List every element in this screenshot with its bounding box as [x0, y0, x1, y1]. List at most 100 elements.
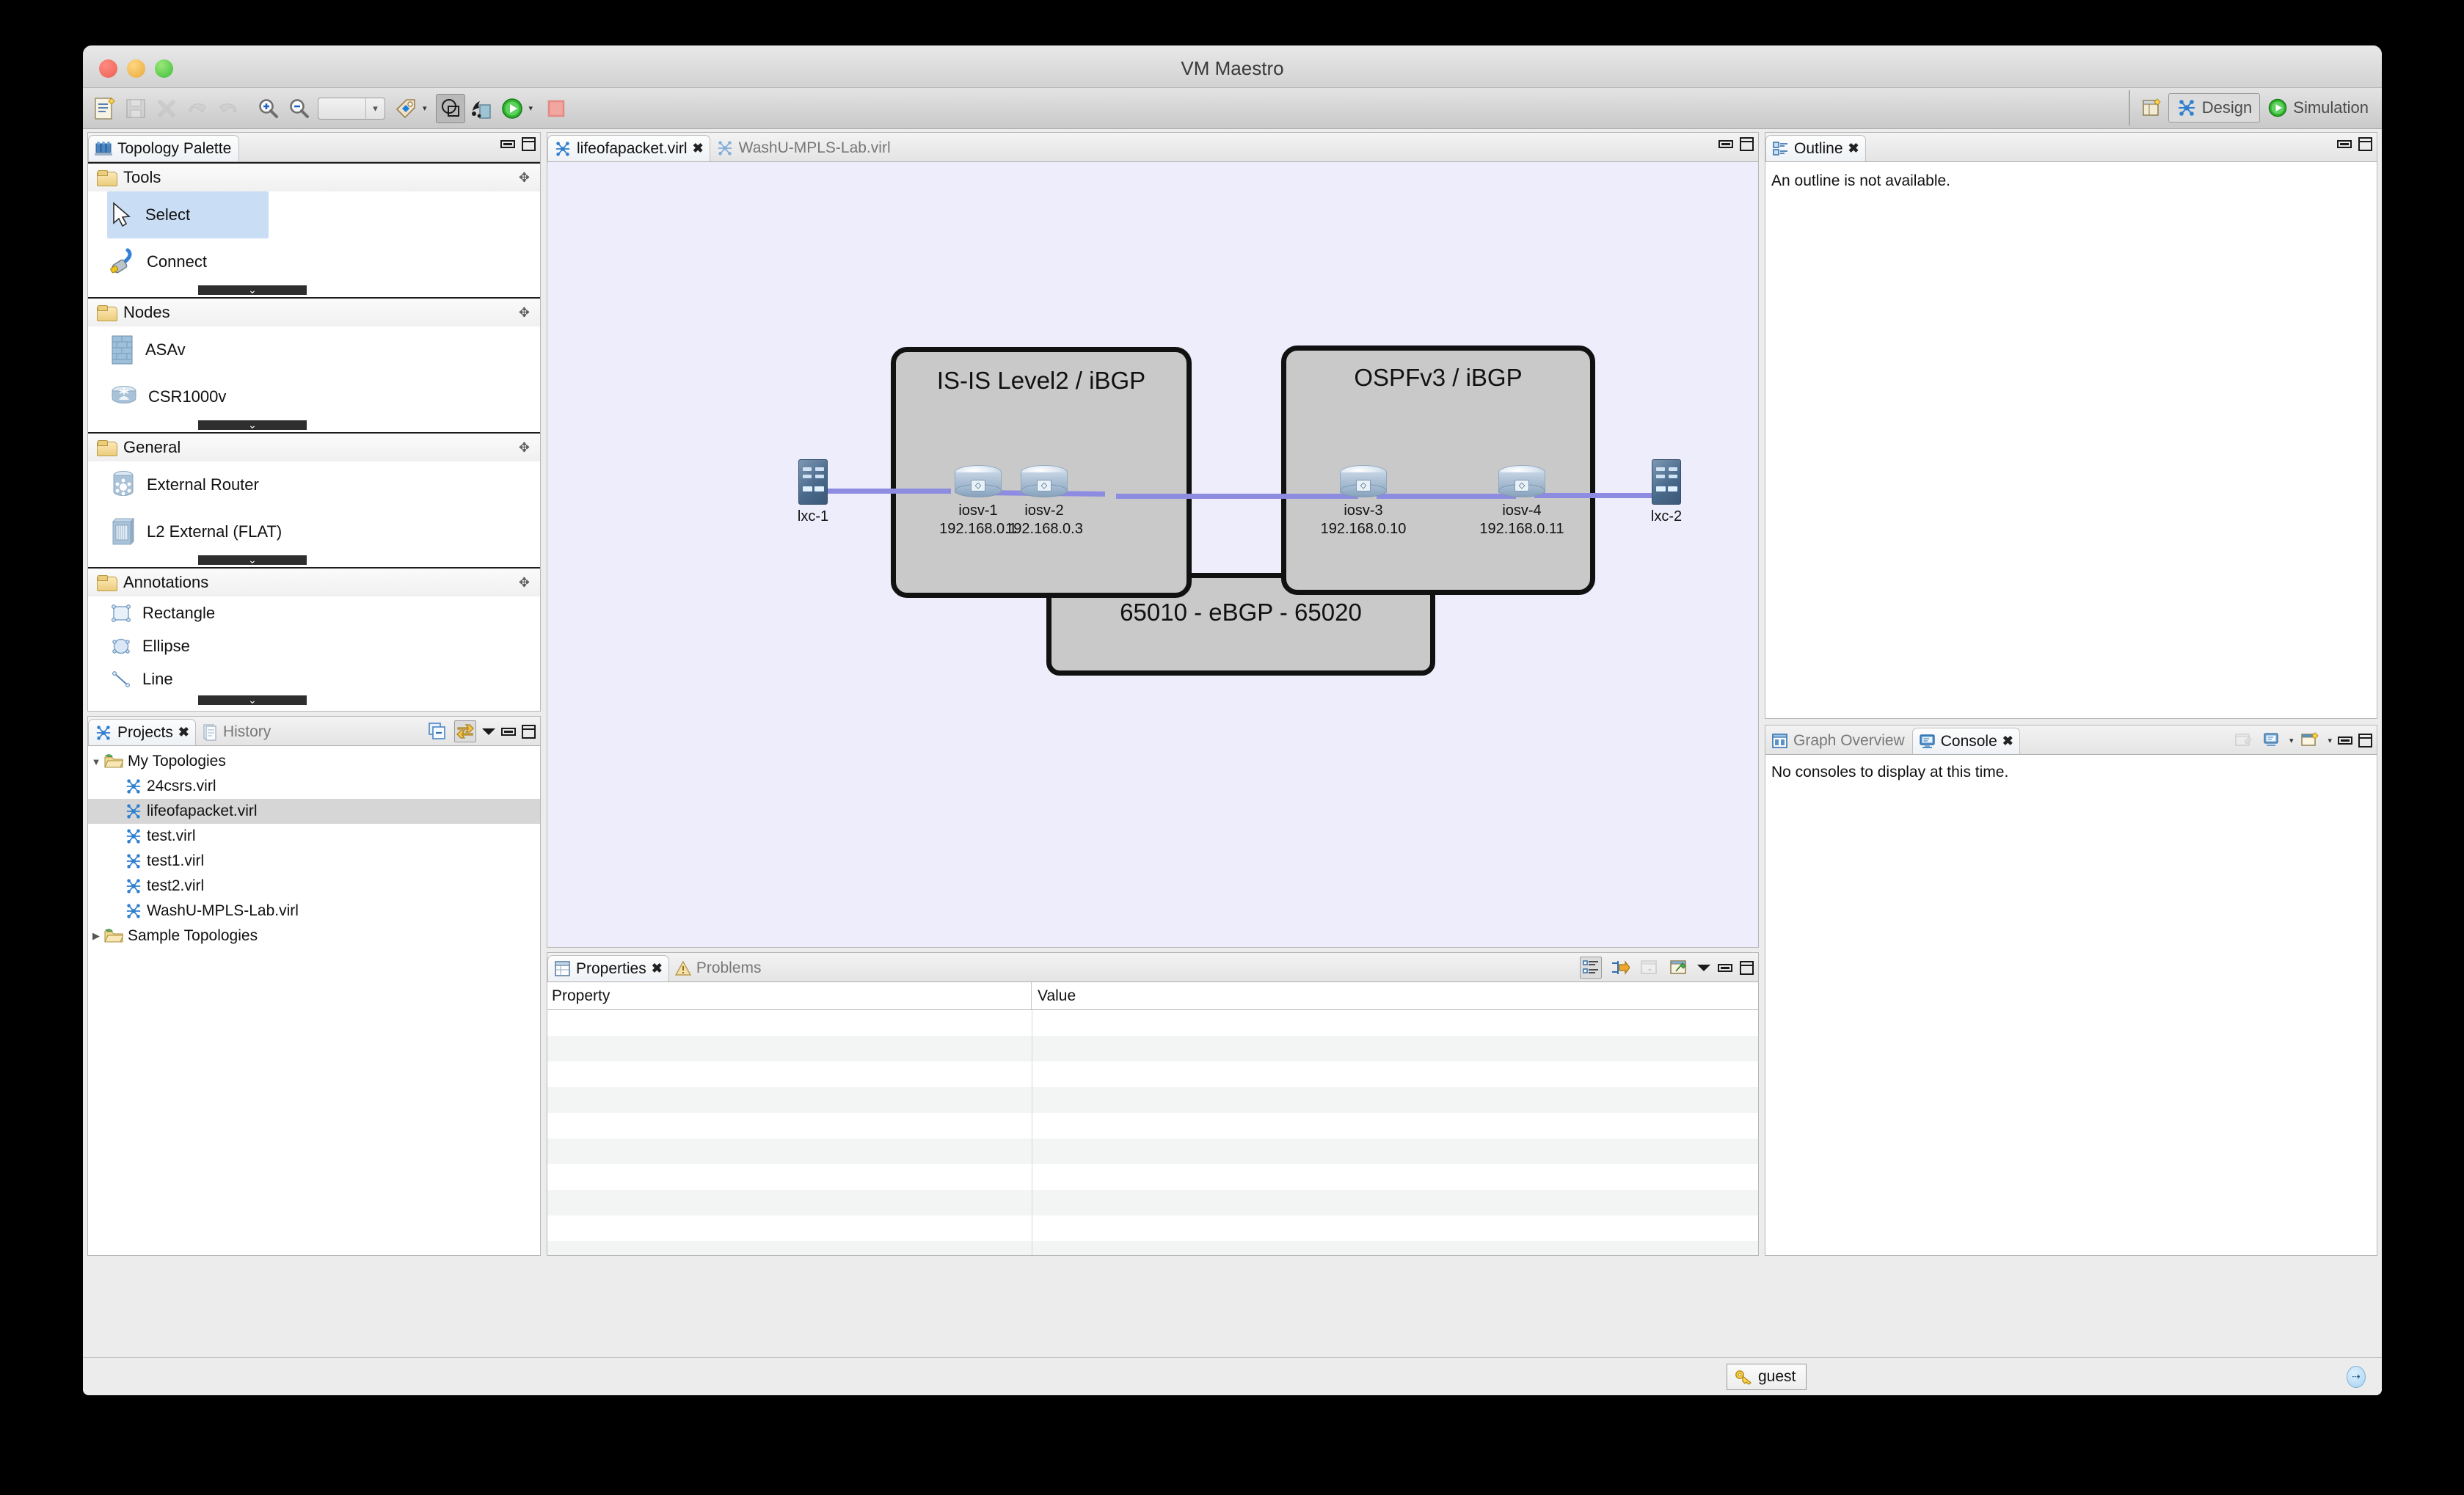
zoom-out-button[interactable]: [284, 94, 313, 123]
table-row[interactable]: [547, 1216, 1758, 1241]
new-perspective-button[interactable]: [2137, 93, 2167, 123]
node-lxc-2[interactable]: lxc-2: [1600, 459, 1732, 526]
palette-scroll-nodes[interactable]: [88, 420, 540, 432]
tab-outline[interactable]: Outline ✖: [1765, 135, 1866, 161]
table-row[interactable]: [547, 1087, 1758, 1113]
clear-console-icon[interactable]: [2233, 729, 2255, 751]
palette-item-ellipse[interactable]: Ellipse: [88, 629, 540, 662]
collapse-all-icon[interactable]: [426, 720, 448, 742]
minimize-icon[interactable]: [2337, 140, 2352, 148]
twisty-closed-icon[interactable]: ▶: [88, 930, 104, 942]
tree-item-my-topologies[interactable]: ▼ My Topologies: [88, 749, 540, 774]
stop-button[interactable]: [542, 94, 571, 123]
palette-group-nodes[interactable]: Nodes ✥: [88, 297, 540, 326]
tab-problems[interactable]: Problems: [669, 955, 769, 982]
display-console-icon[interactable]: [2261, 729, 2283, 751]
tab-topology-palette[interactable]: Topology Palette: [88, 135, 240, 161]
table-row[interactable]: [547, 1036, 1758, 1061]
pin-window-icon[interactable]: [1668, 957, 1690, 979]
minimize-icon[interactable]: [500, 140, 515, 148]
node-iosv-3[interactable]: ◇ iosv-3 192.168.0.10: [1297, 465, 1429, 538]
tag-dropdown-caret[interactable]: ▾: [423, 103, 427, 113]
table-row[interactable]: [547, 1241, 1758, 1255]
tab-projects[interactable]: Projects ✖: [88, 719, 196, 745]
minimize-icon[interactable]: [2338, 736, 2352, 745]
tree-item-test[interactable]: test.virl: [88, 824, 540, 849]
table-row[interactable]: [547, 1010, 1758, 1036]
palette-scroll-general[interactable]: [88, 555, 540, 567]
node-iosv-2[interactable]: ◇ iosv-2 192.168.0.3: [978, 465, 1110, 538]
maximize-icon[interactable]: [1740, 960, 1754, 975]
link-editor-icon[interactable]: [454, 720, 476, 742]
minimize-icon[interactable]: [501, 727, 516, 736]
perspective-design[interactable]: Design: [2168, 93, 2261, 123]
palette-item-select[interactable]: Select: [107, 191, 269, 238]
open-console-icon[interactable]: [2299, 729, 2321, 751]
restore-icon[interactable]: [1639, 957, 1661, 979]
palette-item-rectangle[interactable]: Rectangle: [88, 596, 540, 629]
tag-button[interactable]: [391, 94, 420, 123]
tree-item-washu-mpls-lab[interactable]: WashU-MPLS-Lab.virl: [88, 899, 540, 924]
palette-item-external-router[interactable]: External Router: [88, 461, 540, 508]
maximize-icon[interactable]: [522, 137, 536, 151]
minimize-icon[interactable]: [1718, 140, 1733, 148]
zoom-level-combo[interactable]: ▾: [318, 97, 385, 120]
pin-icon[interactable]: ✥: [519, 170, 530, 186]
tab-history[interactable]: History: [196, 719, 278, 745]
palette-group-tools[interactable]: Tools ✥: [88, 162, 540, 191]
new-topology-button[interactable]: [90, 94, 120, 123]
overlay-shapes-button[interactable]: [435, 93, 465, 123]
maximize-icon[interactable]: [2358, 137, 2372, 151]
tab-graph-overview[interactable]: Graph Overview: [1765, 728, 1912, 754]
tree-item-24csrs[interactable]: 24csrs.virl: [88, 774, 540, 799]
chevron-down-icon[interactable]: [1697, 964, 1710, 971]
tree-item-lifeofapacket[interactable]: lifeofapacket.virl: [88, 799, 540, 824]
tab-console[interactable]: Console ✖: [1911, 728, 2020, 754]
minimize-icon[interactable]: [1718, 963, 1732, 972]
zoom-in-button[interactable]: [253, 94, 283, 123]
node-lxc-1[interactable]: lxc-1: [747, 459, 879, 526]
chevron-down-icon[interactable]: [482, 728, 495, 735]
tab-washu-mpls-lab[interactable]: WashU-MPLS-Lab.virl: [710, 135, 898, 161]
maximize-icon[interactable]: [1740, 137, 1754, 151]
launch-button[interactable]: [497, 94, 527, 123]
categories-icon[interactable]: [1580, 957, 1602, 979]
node-iosv-4[interactable]: ◇ iosv-4 192.168.0.11: [1456, 465, 1588, 538]
advanced-arrow-icon[interactable]: [1609, 957, 1631, 979]
palette-item-line[interactable]: Line: [88, 662, 540, 695]
status-user-badge[interactable]: guest: [1727, 1363, 1807, 1390]
undo-button[interactable]: [183, 94, 212, 123]
pin-icon[interactable]: ✥: [519, 305, 530, 321]
delete-button[interactable]: [152, 94, 181, 123]
display-console-caret[interactable]: ▾: [2289, 736, 2294, 745]
palette-group-general[interactable]: General ✥: [88, 432, 540, 461]
palette-item-asav[interactable]: ASAv: [88, 326, 540, 373]
twisty-open-icon[interactable]: ▼: [88, 756, 104, 767]
close-icon[interactable]: ✖: [1848, 141, 1859, 156]
close-icon[interactable]: ✖: [652, 961, 663, 976]
topology-canvas[interactable]: 65010 - eBGP - 65020 IS-IS Level2 / iBGP…: [547, 162, 1758, 947]
redo-button[interactable]: [214, 94, 243, 123]
save-button[interactable]: [121, 94, 150, 123]
close-icon[interactable]: ✖: [178, 725, 189, 740]
palette-item-l2-external[interactable]: L2 External (FLAT): [88, 508, 540, 555]
pin-icon[interactable]: ✥: [519, 440, 530, 456]
tree-item-test2[interactable]: test2.virl: [88, 874, 540, 899]
palette-scroll-tools[interactable]: [88, 285, 540, 297]
table-row[interactable]: [547, 1061, 1758, 1087]
pin-icon[interactable]: ✥: [519, 575, 530, 591]
open-console-caret[interactable]: ▾: [2328, 736, 2332, 745]
table-row[interactable]: [547, 1138, 1758, 1164]
palette-group-annotations[interactable]: Annotations ✥: [88, 567, 540, 596]
build-button[interactable]: [467, 94, 496, 123]
close-icon[interactable]: ✖: [693, 141, 704, 156]
maximize-icon[interactable]: [522, 724, 536, 739]
globe-link-icon[interactable]: ⇢: [2347, 1365, 2366, 1388]
table-row[interactable]: [547, 1190, 1758, 1216]
palette-item-connect[interactable]: Connect: [88, 238, 540, 285]
table-row[interactable]: [547, 1164, 1758, 1190]
tab-properties[interactable]: Properties ✖: [547, 955, 669, 982]
close-icon[interactable]: ✖: [2002, 734, 2013, 749]
perspective-simulation[interactable]: Simulation: [2260, 93, 2376, 123]
palette-scroll-annotations[interactable]: [88, 695, 540, 707]
